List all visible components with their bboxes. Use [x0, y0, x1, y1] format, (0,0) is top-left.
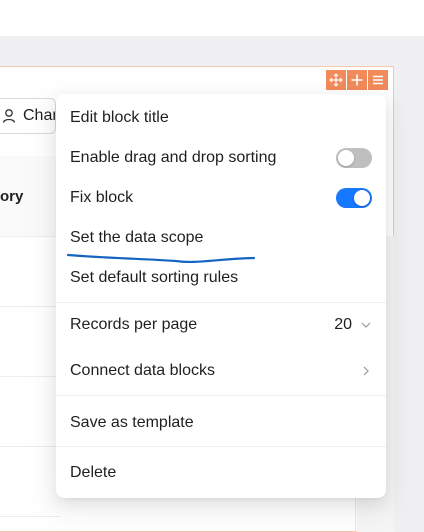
drag-sort-toggle[interactable]: [336, 148, 372, 168]
menu-item-label: Edit block title: [70, 109, 169, 126]
table-header-cell: ory: [0, 156, 60, 237]
menu-item-label: Connect data blocks: [70, 362, 215, 379]
menu-divider: [56, 395, 386, 396]
menu-item-delete[interactable]: Delete: [56, 455, 386, 491]
records-per-page-value[interactable]: 20: [334, 316, 352, 334]
top-bar-area: [0, 0, 424, 36]
menu-item-save-as-template[interactable]: Save as template: [56, 405, 386, 441]
chevron-down-icon[interactable]: [360, 319, 372, 331]
menu-divider: [56, 302, 386, 303]
settings-menu-icon[interactable]: [368, 70, 388, 90]
table-row-divider: [0, 516, 60, 517]
menu-item-records-per-page[interactable]: Records per page 20: [56, 307, 386, 343]
menu-item-label: Set default sorting rules: [70, 269, 239, 286]
annotation-underline: [66, 253, 256, 264]
table-header-label: ory: [0, 188, 24, 205]
drag-icon[interactable]: [326, 70, 346, 90]
menu-item-label: Set the data scope: [70, 229, 204, 246]
add-icon[interactable]: [347, 70, 367, 90]
filter-button-label: Chan: [23, 107, 55, 124]
table-row-divider: [0, 376, 60, 377]
menu-item-fix-block[interactable]: Fix block: [56, 180, 386, 216]
block-toolbar: [326, 70, 388, 90]
table-row-divider: [0, 306, 60, 307]
chevron-right-icon: [363, 366, 369, 376]
menu-item-connect-data-blocks[interactable]: Connect data blocks: [56, 353, 386, 389]
menu-item-label: Delete: [70, 464, 117, 481]
menu-item-label: Fix block: [70, 189, 134, 206]
filter-button[interactable]: Chan: [0, 98, 56, 134]
user-filter-icon: [2, 109, 16, 123]
menu-item-label: Save as template: [70, 414, 194, 431]
menu-item-edit-block-title[interactable]: Edit block title: [56, 100, 386, 136]
menu-item-drag-sort[interactable]: Enable drag and drop sorting: [56, 140, 386, 176]
menu-item-label: Enable drag and drop sorting: [70, 149, 277, 166]
table-row-divider: [0, 446, 60, 447]
fix-block-toggle[interactable]: [336, 188, 372, 208]
menu-item-label: Records per page: [70, 316, 198, 333]
menu-divider: [56, 446, 386, 447]
block-settings-menu: Edit block title Enable drag and drop so…: [56, 94, 386, 498]
